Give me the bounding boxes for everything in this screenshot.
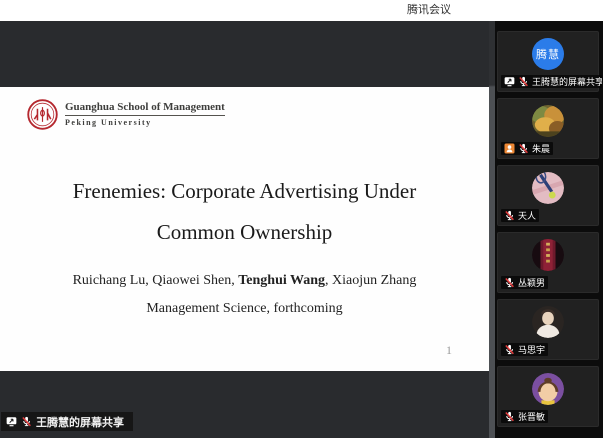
- participant-tile[interactable]: 张晋敏: [497, 366, 599, 427]
- university-logo: Guanghua School of Management Peking Uni…: [27, 99, 225, 130]
- participant-label: 张晋敏: [501, 410, 549, 423]
- participant-name: 天人: [518, 211, 537, 221]
- muted-mic-icon: [505, 344, 515, 355]
- participant-name: 张晋敏: [518, 412, 546, 422]
- participant-tile[interactable]: 丛颖男: [497, 232, 599, 293]
- muted-mic-icon: [22, 416, 32, 427]
- user-badge-icon: [504, 143, 515, 154]
- participant-label: 丛颖男: [501, 276, 549, 289]
- authors-line: Ruichang Lu, Qiaowei Shen, Tenghui Wang,…: [0, 267, 489, 295]
- share-banner-label: 王腾慧的屏幕共享: [36, 416, 124, 429]
- muted-mic-icon: [519, 143, 529, 154]
- participant-name: 马思宇: [518, 345, 546, 355]
- authors-prefix: Ruichang Lu, Qiaowei Shen,: [72, 273, 239, 288]
- muted-mic-icon: [505, 210, 515, 221]
- screen-share-icon: [504, 76, 515, 87]
- slide-authors: Ruichang Lu, Qiaowei Shen, Tenghui Wang,…: [0, 267, 489, 323]
- participants-sidebar: 腾慧 王腾慧的屏幕共享 朱晨 天人 丛颖男 马思宇 张晋敏: [495, 21, 603, 438]
- logo-university-name: Peking University: [65, 118, 152, 127]
- avatar: [532, 105, 564, 137]
- avatar: [532, 306, 564, 338]
- shared-screen-area: Guanghua School of Management Peking Uni…: [0, 21, 489, 438]
- participant-name: 朱晨: [532, 144, 551, 154]
- participant-name: 王腾慧的屏幕共享: [532, 77, 602, 87]
- page-number: 1: [446, 343, 452, 357]
- muted-mic-icon: [505, 411, 515, 422]
- slide-title-line1: Frenemies: Corporate Advertising Under: [72, 179, 417, 203]
- slide-title-line2: Common Ownership: [156, 220, 333, 244]
- pku-seal-icon: [27, 99, 58, 130]
- window-title: 腾讯会议: [407, 4, 451, 16]
- participant-tile[interactable]: 马思宇: [497, 299, 599, 360]
- participant-name: 丛颖男: [518, 278, 546, 288]
- participant-tile[interactable]: 朱晨: [497, 98, 599, 159]
- journal-line: Management Science, forthcoming: [146, 301, 343, 316]
- presentation-slide: Guanghua School of Management Peking Uni…: [0, 87, 489, 371]
- avatar: [532, 373, 564, 405]
- participant-tile[interactable]: 腾慧 王腾慧的屏幕共享: [497, 31, 602, 92]
- screen-share-icon: [6, 416, 17, 427]
- avatar: [532, 239, 564, 271]
- slide-title: Frenemies: Corporate Advertising Under C…: [0, 171, 489, 253]
- titlebar: 腾讯会议: [0, 0, 603, 21]
- avatar: 腾慧: [532, 38, 564, 70]
- logo-school-name: Guanghua School of Management: [65, 101, 225, 116]
- participant-label: 王腾慧的屏幕共享: [501, 75, 602, 88]
- authors-highlight: Tenghui Wang: [238, 273, 326, 288]
- participant-tile[interactable]: 天人: [497, 165, 599, 226]
- muted-mic-icon: [505, 277, 515, 288]
- participant-label: 天人: [501, 209, 540, 222]
- muted-mic-icon: [519, 76, 529, 87]
- participant-label: 朱晨: [501, 142, 554, 155]
- avatar: [532, 172, 564, 204]
- screen-share-banner: 王腾慧的屏幕共享: [1, 412, 133, 431]
- participant-label: 马思宇: [501, 343, 549, 356]
- authors-suffix: , Xiaojun Zhang: [325, 273, 417, 288]
